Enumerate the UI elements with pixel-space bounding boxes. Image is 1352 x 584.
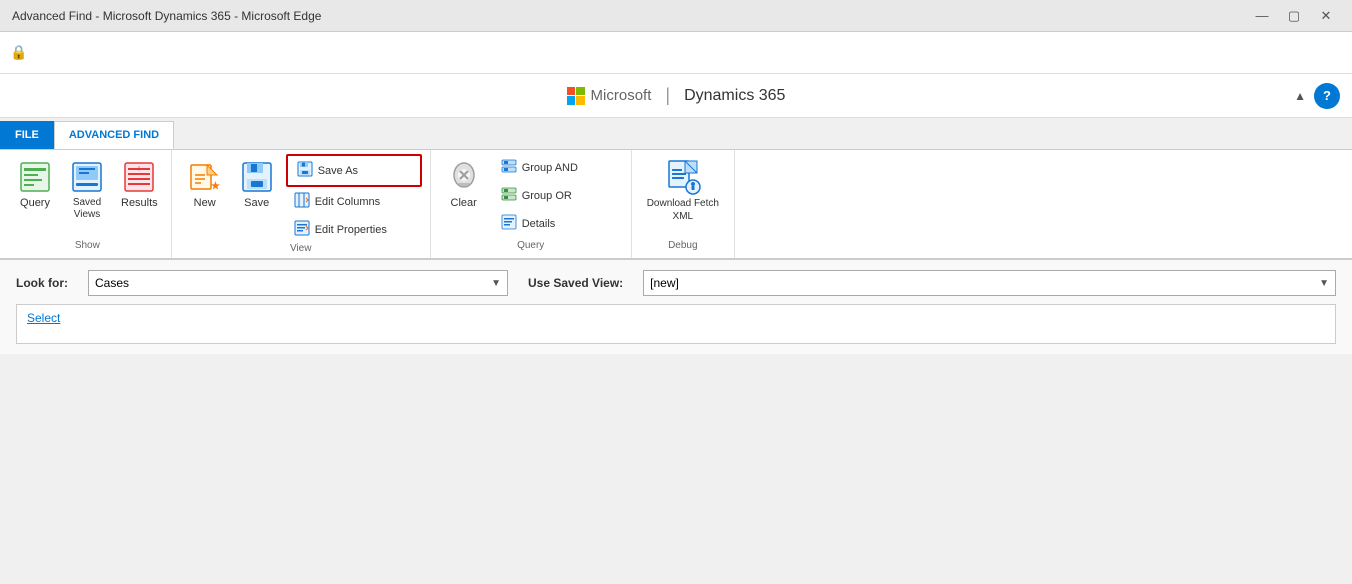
new-label: New: [194, 197, 216, 209]
minimize-button[interactable]: —: [1248, 5, 1276, 27]
group-or-label: Group OR: [522, 190, 572, 202]
group-or-icon: [500, 186, 518, 205]
save-icon: [239, 159, 275, 195]
ribbon-group-query: Clear Group AND: [431, 150, 632, 258]
group-buttons: Group AND Group OR: [493, 154, 623, 237]
view-group-label: View: [180, 243, 422, 257]
group-or-button[interactable]: Group OR: [493, 182, 623, 209]
edit-properties-button[interactable]: Edit Properties: [286, 216, 416, 243]
query-buttons: Clear Group AND: [439, 154, 623, 240]
filter-row: Look for: Cases ▼ Use Saved View: [new] …: [16, 270, 1336, 296]
saved-view-chevron: ▼: [1319, 278, 1329, 289]
saved-view-select[interactable]: [new] ▼: [643, 270, 1336, 296]
content-area: Look for: Cases ▼ Use Saved View: [new] …: [0, 260, 1352, 354]
look-for-select[interactable]: Cases ▼: [88, 270, 508, 296]
tab-file[interactable]: FILE: [0, 121, 54, 149]
clear-label: Clear: [451, 197, 477, 209]
title-bar-controls: — ▢ ✕: [1248, 5, 1340, 27]
edit-columns-button[interactable]: Edit Columns: [286, 188, 416, 215]
edit-properties-label: Edit Properties: [315, 224, 387, 236]
results-button[interactable]: ! Results: [114, 154, 165, 214]
maximize-button[interactable]: ▢: [1280, 5, 1308, 27]
help-button[interactable]: ?: [1314, 83, 1340, 109]
tab-bar: FILE ADVANCED FIND: [0, 118, 1352, 150]
group-and-label: Group AND: [522, 162, 578, 174]
collapse-ribbon-button[interactable]: ▲: [1294, 89, 1306, 103]
ms-sq1: [567, 87, 576, 96]
debug-buttons: Download FetchXML: [640, 154, 726, 240]
details-icon: [500, 214, 518, 233]
microsoft-text: Microsoft: [591, 87, 652, 104]
edit-columns-icon: [293, 192, 311, 211]
svg-text:★: ★: [211, 181, 220, 192]
download-fetch-xml-button[interactable]: Download FetchXML: [640, 154, 726, 228]
download-fetch-xml-icon: [665, 159, 701, 195]
saved-views-button[interactable]: SavedViews: [62, 154, 112, 226]
edit-properties-icon: [293, 220, 311, 239]
saved-view-value: [new]: [650, 276, 679, 290]
query-group-label: Query: [439, 240, 623, 254]
ms-squares-icon: [567, 87, 585, 105]
filter-criteria-area: Select: [16, 304, 1336, 344]
look-for-chevron: ▼: [491, 278, 501, 289]
edit-columns-label: Edit Columns: [315, 196, 380, 208]
title-bar: Advanced Find - Microsoft Dynamics 365 -…: [0, 0, 1352, 32]
close-button[interactable]: ✕: [1312, 5, 1340, 27]
query-button[interactable]: Query: [10, 154, 60, 214]
new-save-group: ★ New Save: [180, 154, 282, 214]
save-button[interactable]: Save: [232, 154, 282, 214]
ribbon-group-view: ★ New Save: [172, 150, 431, 258]
ribbon-group-show: Query SavedViews: [4, 150, 172, 258]
query-label: Query: [20, 197, 50, 209]
new-button[interactable]: ★ New: [180, 154, 230, 214]
save-as-wrapper: Save As: [286, 154, 422, 187]
ribbon: Query SavedViews: [0, 150, 1352, 260]
svg-text:!: !: [138, 166, 140, 173]
show-buttons: Query SavedViews: [10, 154, 165, 240]
results-label: Results: [121, 197, 158, 209]
ms-sq3: [567, 96, 576, 105]
download-fetch-xml-label: Download FetchXML: [647, 197, 719, 223]
address-bar: 🔒: [0, 32, 1352, 74]
dynamics-text: Dynamics 365: [684, 87, 785, 105]
tab-advanced-find[interactable]: ADVANCED FIND: [54, 121, 174, 149]
saved-views-label: SavedViews: [73, 197, 101, 221]
select-link[interactable]: Select: [27, 311, 60, 325]
save-label: Save: [244, 197, 269, 209]
view-buttons: ★ New Save: [180, 154, 422, 243]
details-button[interactable]: Details: [493, 210, 623, 237]
tab-file-label: FILE: [15, 129, 39, 141]
ms-sq2: [576, 87, 585, 96]
debug-group-label: Debug: [640, 240, 726, 254]
look-for-value: Cases: [95, 276, 129, 290]
new-icon: ★: [187, 159, 223, 195]
show-group-label: Show: [75, 240, 100, 254]
tab-advanced-find-label: ADVANCED FIND: [69, 129, 159, 141]
microsoft-logo: Microsoft | Dynamics 365: [567, 85, 786, 106]
title-bar-text: Advanced Find - Microsoft Dynamics 365 -…: [12, 9, 321, 23]
group-and-icon: [500, 158, 518, 177]
look-for-label: Look for:: [16, 276, 68, 290]
ms-sq4: [576, 96, 585, 105]
header-divider: |: [665, 85, 670, 106]
lock-icon: 🔒: [10, 44, 27, 61]
ribbon-group-debug: Download FetchXML Debug: [632, 150, 735, 258]
save-as-button[interactable]: Save As: [289, 157, 419, 184]
saved-views-icon: [69, 159, 105, 195]
saved-view-label: Use Saved View:: [528, 276, 623, 290]
clear-icon: [446, 159, 482, 195]
save-as-icon: [296, 161, 314, 180]
view-small-buttons: Save As Edit Columns: [286, 154, 422, 243]
group-and-button[interactable]: Group AND: [493, 154, 623, 181]
results-icon: !: [121, 159, 157, 195]
details-label: Details: [522, 218, 556, 230]
query-icon: [17, 159, 53, 195]
app-header: Microsoft | Dynamics 365 ▲ ?: [0, 74, 1352, 118]
clear-button[interactable]: Clear: [439, 154, 489, 214]
save-as-label: Save As: [318, 165, 358, 177]
